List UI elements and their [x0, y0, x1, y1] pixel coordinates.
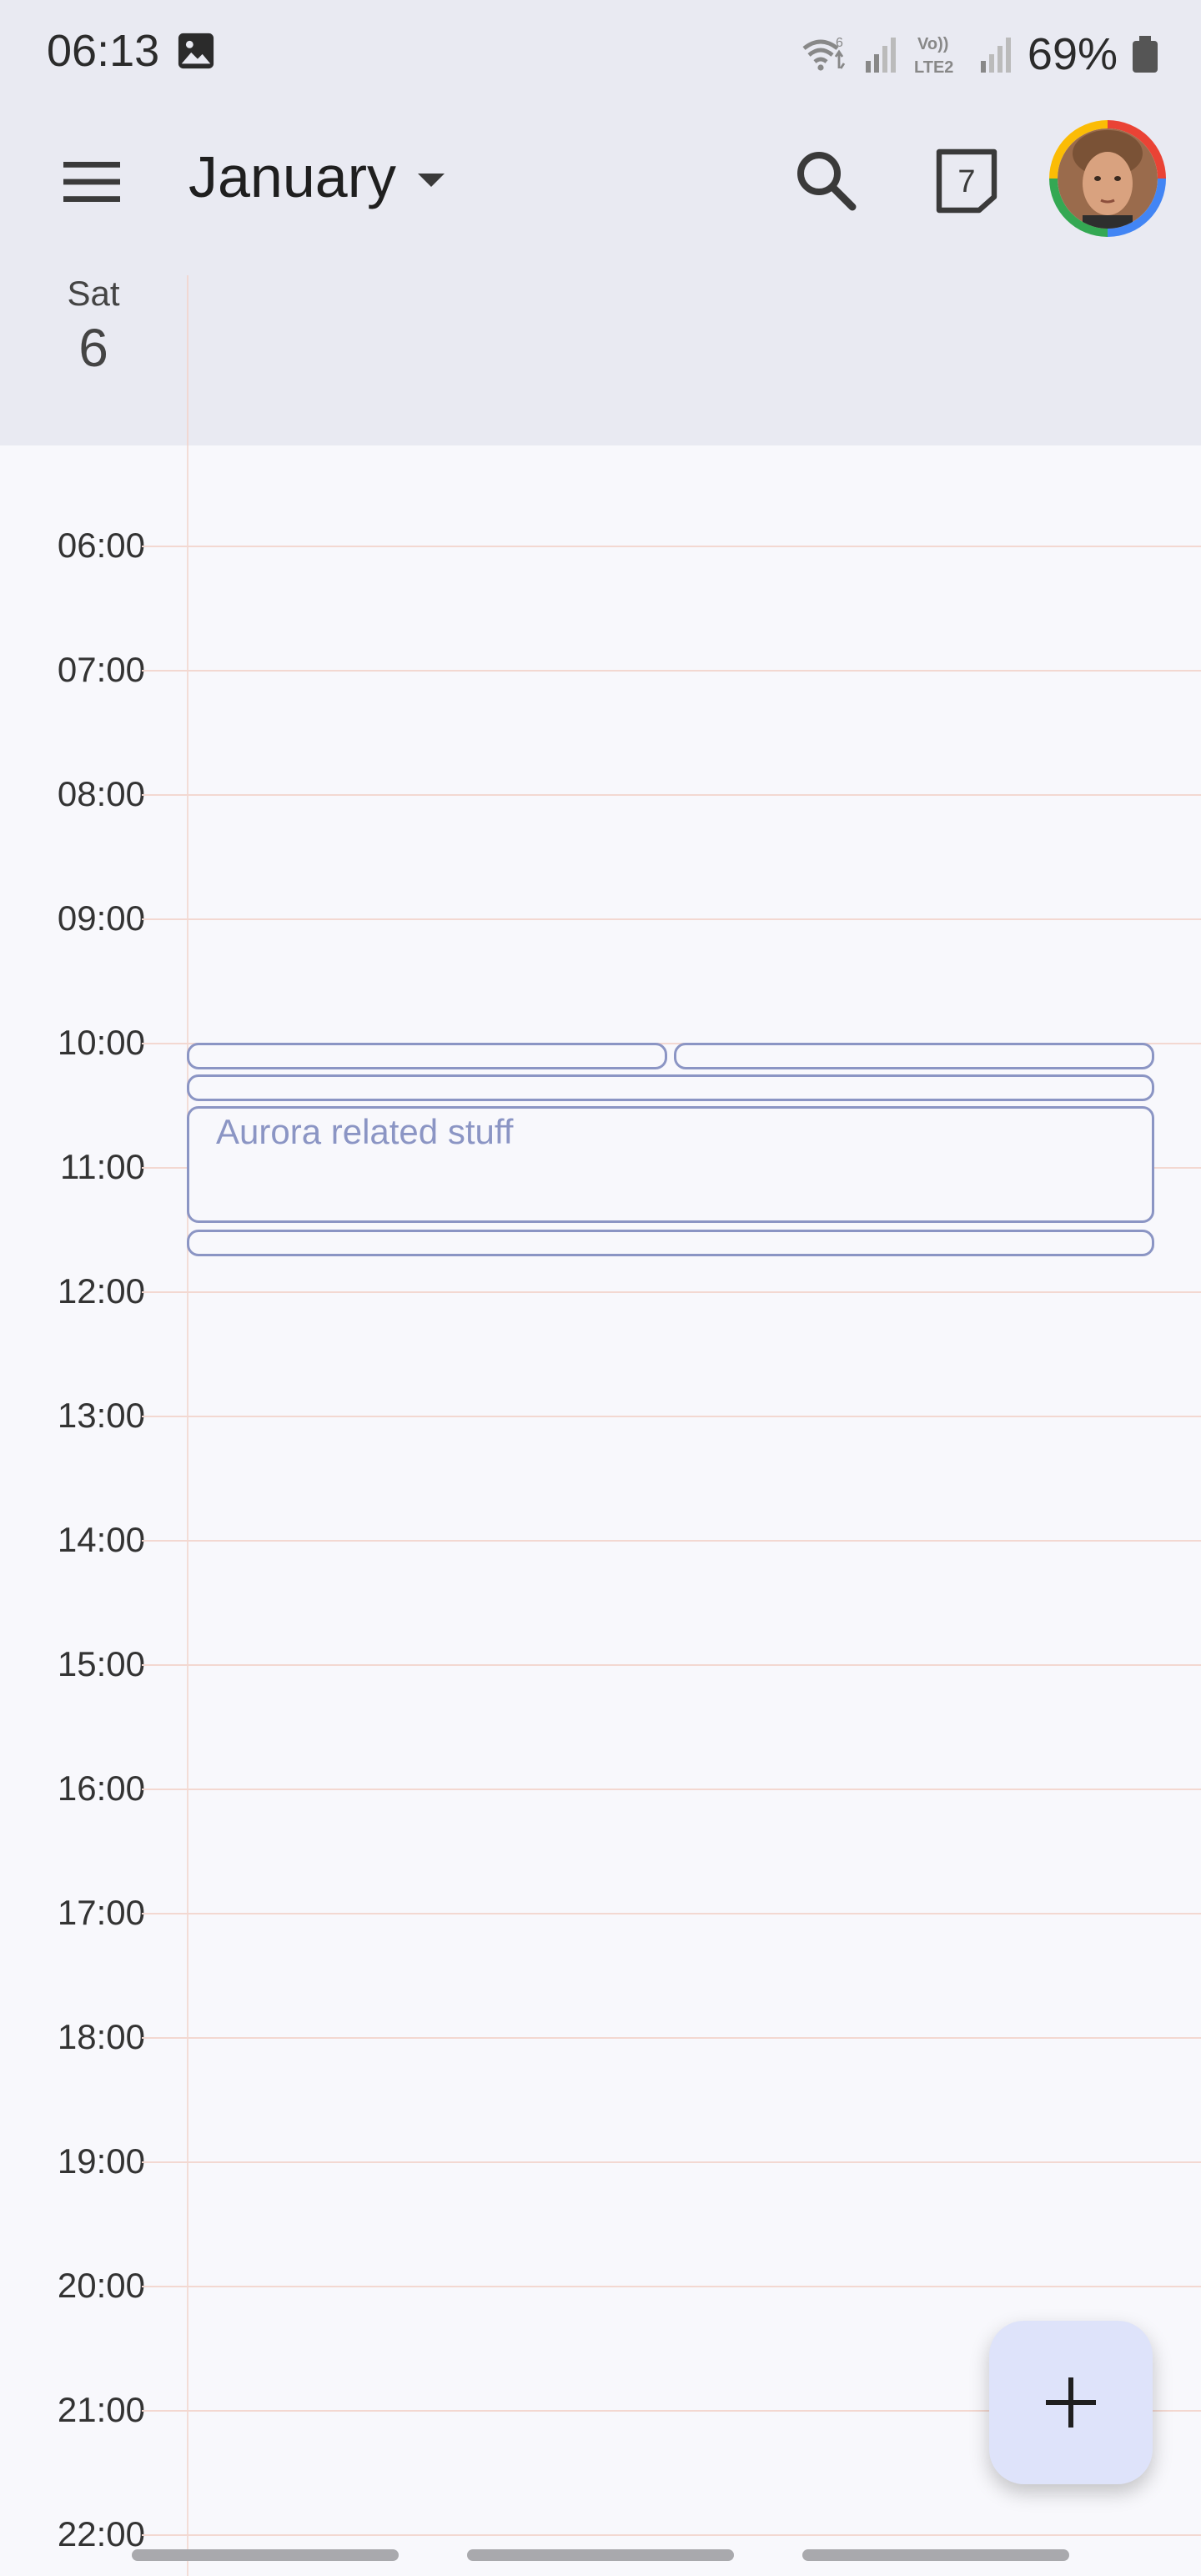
hour-gridline — [142, 2534, 1201, 2536]
volte-lte2-icon: Vo)) LTE2 — [914, 35, 953, 77]
hour-row: 22:00 — [0, 2514, 1201, 2553]
hour-row: 20:00 — [0, 2266, 1201, 2305]
hour-label: 09:00 — [57, 898, 145, 938]
avatar-face — [1058, 128, 1158, 229]
today-calendar-icon[interactable]: 7 — [932, 147, 1001, 215]
hour-label: 18:00 — [57, 2017, 145, 2056]
event-chip[interactable] — [674, 1043, 1154, 1069]
hour-label: 19:00 — [57, 2141, 145, 2181]
hour-label: 15:00 — [57, 1644, 145, 1683]
hour-row: 06:00 — [0, 526, 1201, 565]
hour-gridline — [142, 2161, 1201, 2163]
hour-row: 12:00 — [0, 1271, 1201, 1311]
status-time: 06:13 — [47, 26, 160, 76]
hour-label: 16:00 — [57, 1768, 145, 1808]
hour-label: 08:00 — [57, 774, 145, 813]
hour-row: 18:00 — [0, 2017, 1201, 2056]
hour-label: 06:00 — [57, 526, 145, 565]
svg-text:Vo)): Vo)) — [917, 35, 948, 53]
signal-icon — [865, 38, 896, 73]
account-avatar[interactable] — [1049, 120, 1166, 237]
hour-gridline — [142, 2037, 1201, 2039]
event-chip[interactable] — [187, 1230, 1154, 1256]
status-bar: 06:13 6 Vo)) LTE2 69% — [0, 0, 1201, 108]
hour-label: 10:00 — [57, 1023, 145, 1062]
hour-row: 08:00 — [0, 774, 1201, 813]
hour-gridline — [142, 794, 1201, 796]
hour-row: 19:00 — [0, 2141, 1201, 2181]
plus-icon — [1046, 2377, 1096, 2428]
hour-row: 17:00 — [0, 1893, 1201, 1932]
wifi-6-icon: 6 — [802, 36, 846, 71]
hour-gridline — [142, 670, 1201, 672]
caret-down-icon — [418, 174, 445, 187]
hour-gridline — [142, 2286, 1201, 2287]
nav-gesture-handle[interactable] — [132, 2549, 399, 2561]
timeline-divider — [187, 445, 188, 2576]
hour-label: 22:00 — [57, 2514, 145, 2553]
hour-gridline — [142, 918, 1201, 920]
hour-label: 07:00 — [57, 650, 145, 689]
gallery-icon — [178, 33, 214, 69]
nav-gesture-handle[interactable] — [802, 2549, 1069, 2561]
hour-label: 12:00 — [57, 1271, 145, 1311]
today-date: 7 — [957, 164, 975, 199]
menu-icon[interactable] — [60, 158, 123, 205]
hour-label: 14:00 — [57, 1520, 145, 1559]
hour-label: 21:00 — [57, 2390, 145, 2429]
hour-label: 17:00 — [57, 1893, 145, 1932]
hour-row: 07:00 — [0, 650, 1201, 689]
hour-gridline — [142, 1789, 1201, 1790]
create-event-button[interactable] — [989, 2321, 1153, 2484]
status-icons: 6 Vo)) LTE2 69% — [801, 25, 1158, 83]
event-chip[interactable] — [187, 1043, 667, 1069]
day-name: Sat — [67, 274, 120, 313]
hour-gridline — [142, 1540, 1201, 1542]
event-title: Aurora related stuff — [216, 1112, 514, 1151]
day-divider — [187, 275, 188, 445]
hour-label: 20:00 — [57, 2266, 145, 2305]
avatar-photo — [1058, 128, 1158, 229]
nav-gesture-handle[interactable] — [467, 2549, 734, 2561]
svg-text:LTE2: LTE2 — [914, 58, 953, 77]
signal-icon — [980, 38, 1011, 73]
event-chip[interactable] — [187, 1074, 1154, 1101]
timeline-grid[interactable]: 06:00 07:00 08:00 09:00 10:00 11:00 12:00 13:00… — [0, 445, 1201, 2576]
day-header: Sat 6 — [0, 250, 1201, 445]
hour-row: 09:00 — [0, 898, 1201, 938]
svg-text:6: 6 — [836, 36, 843, 50]
day-number[interactable]: 6 — [0, 317, 187, 379]
hour-label: 11:00 — [60, 1147, 145, 1186]
hour-gridline — [142, 1291, 1201, 1293]
event-aurora-related-stuff[interactable]: Aurora related stuff — [187, 1106, 1154, 1223]
hour-row: 14:00 — [0, 1520, 1201, 1559]
hour-gridline — [142, 546, 1201, 547]
hour-gridline — [142, 1664, 1201, 1666]
search-icon[interactable] — [792, 147, 859, 214]
hour-label: 13:00 — [57, 1396, 145, 1435]
battery-percentage: 69% — [1027, 29, 1118, 79]
hour-row: 13:00 — [0, 1396, 1201, 1435]
hour-gridline — [142, 1913, 1201, 1914]
hour-gridline — [142, 1416, 1201, 1417]
month-selector[interactable]: January — [188, 143, 445, 210]
app-bar: January 7 — [0, 108, 1201, 250]
battery-icon — [1133, 36, 1158, 73]
hour-row: 15:00 — [0, 1644, 1201, 1683]
hour-row: 16:00 — [0, 1768, 1201, 1808]
month-title: January — [188, 144, 397, 209]
